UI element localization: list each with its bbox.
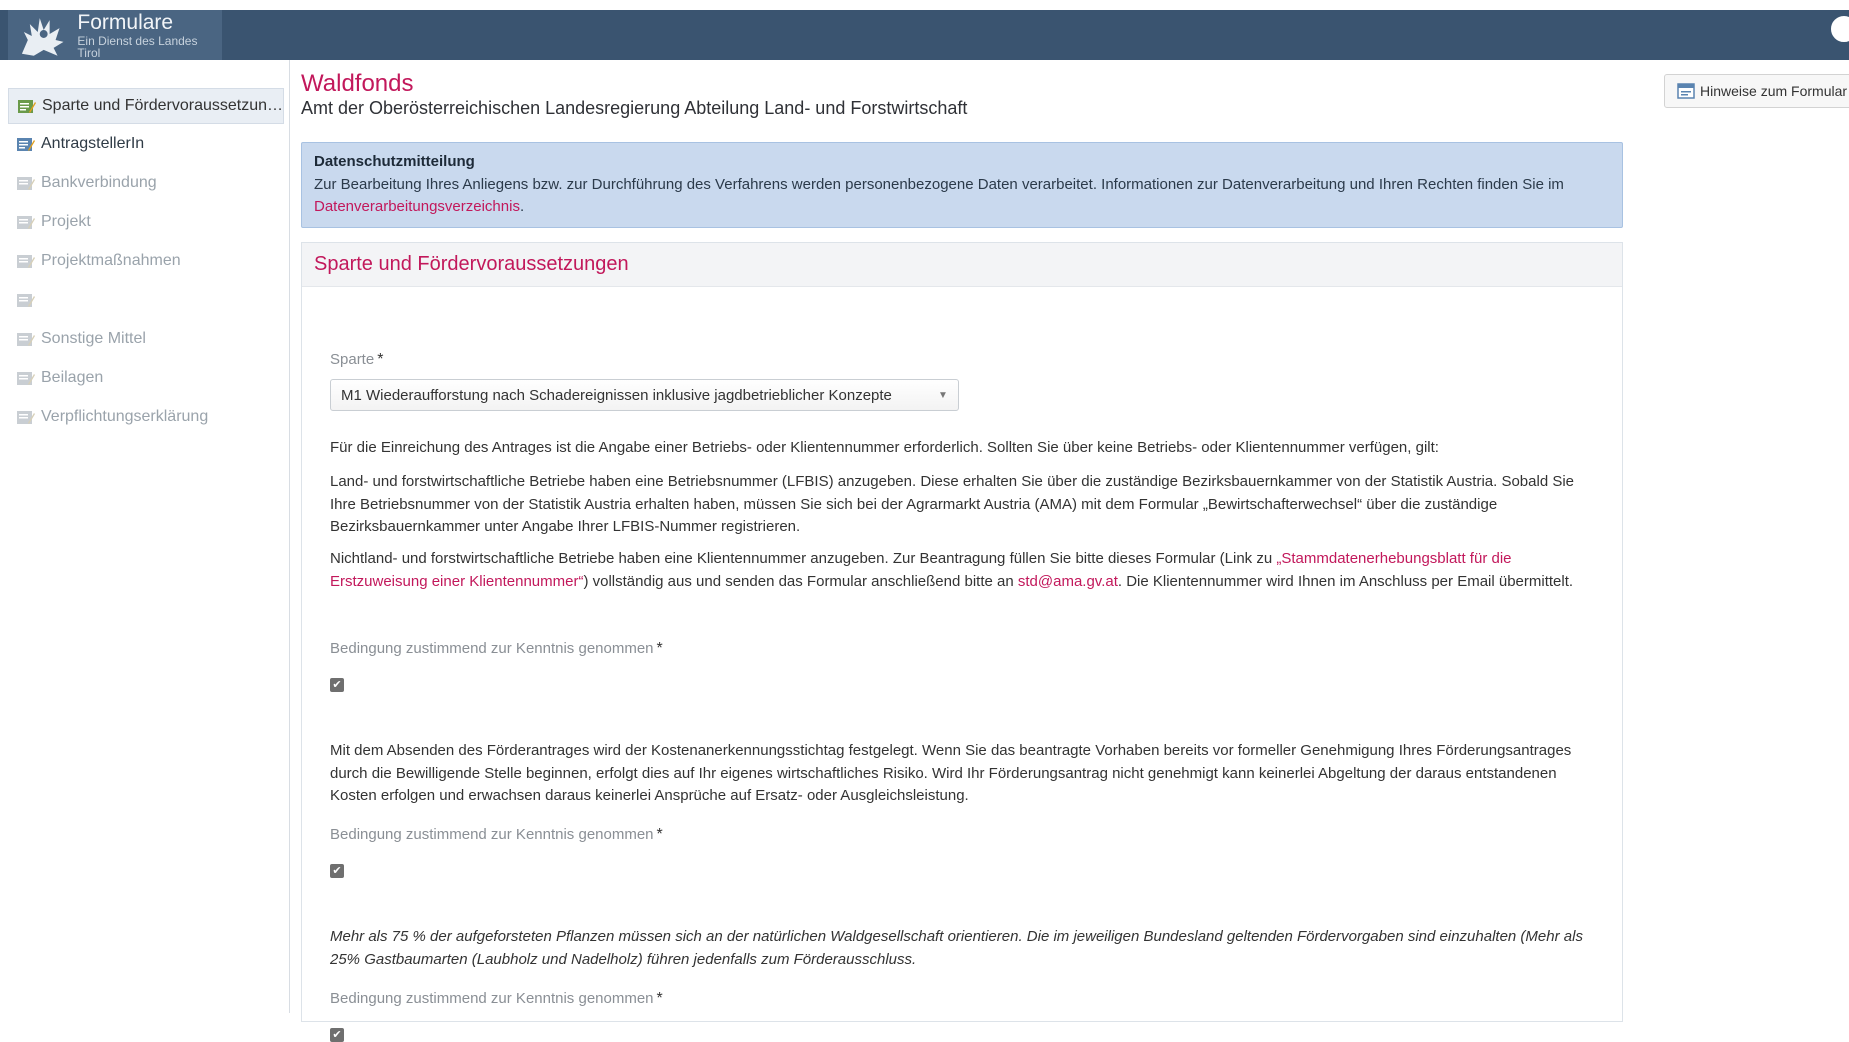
data-processing-link[interactable]: Datenverarbeitungsverzeichnis [314, 198, 520, 215]
sidebar-item-unnamed[interactable] [8, 282, 284, 318]
privacy-text: Zur Bearbeitung Ihres Anliegens bzw. zur… [314, 176, 1564, 193]
form-edit-icon [17, 137, 35, 151]
form-edit-icon [18, 99, 36, 113]
form-icon [17, 293, 35, 307]
agricultural-paragraph: Land- und forstwirtschaftliche Betriebe … [330, 473, 1575, 535]
privacy-notice: Datenschutzmitteilung Zur Bearbeitung Ih… [301, 142, 1623, 228]
section-header: Sparte und Fördervoraussetzungen [302, 243, 1622, 287]
condition-checkbox-3[interactable]: ✔ [330, 1028, 344, 1042]
privacy-notice-text: Zur Bearbeitung Ihres Anliegens bzw. zur… [314, 174, 1610, 218]
sidebar-item-bankverbindung[interactable]: Bankverbindung [8, 165, 284, 201]
chevron-down-icon: ▼ [938, 389, 948, 401]
logo-subtitle: Ein Dienst des Landes Tirol [77, 33, 198, 60]
sparte-select[interactable]: M1 Wiederaufforstung nach Schadereigniss… [330, 379, 959, 411]
cost-date-paragraph: Mit dem Absenden des Förderantrages wird… [330, 742, 1572, 804]
tirol-eagle-icon [21, 18, 64, 56]
page-subtitle: Amt der Oberösterreichischen Landesregie… [301, 98, 968, 118]
para3-text-a: Nichtland- und forstwirtschaftliche Betr… [330, 550, 1277, 567]
form-icon [17, 176, 35, 190]
sidebar-item-projekt[interactable]: Projekt [8, 204, 284, 240]
sidebar-item-label: Projekt [41, 213, 91, 230]
sidebar-item-verpflichtungserklaerung[interactable]: Verpflichtungserklärung [8, 399, 284, 435]
section-title: Sparte und Fördervoraussetzungen [314, 253, 629, 275]
sparte-label: Sparte * [330, 351, 383, 369]
page-title: Waldfonds [301, 70, 414, 97]
para3-text-c: . Die Klientennummer wird Ihnen im Ansch… [1117, 572, 1574, 590]
privacy-notice-title: Datenschutzmitteilung [314, 153, 475, 170]
non-agricultural-paragraph: Nichtland- und forstwirtschaftliche Betr… [330, 548, 1600, 593]
sidebar-item-antragstellerin[interactable]: AntragstellerIn [8, 126, 284, 162]
condition-label-1: Bedingung zustimmend zur Kenntnis genomm… [330, 640, 663, 658]
sidebar-item-label: Beilagen [41, 369, 104, 386]
form-icon [17, 332, 35, 346]
condition-checkbox-2[interactable]: ✔ [330, 864, 344, 878]
form-hints-button[interactable]: Hinweise zum Formular [1664, 74, 1849, 108]
requirement-paragraph: Für die Einreichung des Antrages ist die… [330, 439, 1439, 456]
para3-text-b: ) vollständig aus und senden das Formula… [583, 572, 1018, 590]
condition-label-2: Bedingung zustimmend zur Kenntnis genomm… [330, 826, 663, 844]
form-icon [17, 410, 35, 424]
document-info-icon [1677, 83, 1695, 99]
sidebar-item-projektmassnahmen[interactable]: Projektmaßnahmen [8, 243, 284, 279]
required-mark: * [656, 990, 663, 1007]
form-hints-label: Hinweise zum Formular [1700, 83, 1848, 99]
condition-label-text: Bedingung zustimmend zur Kenntnis genomm… [330, 826, 654, 843]
condition-checkbox-1[interactable]: ✔ [330, 678, 344, 692]
sparte-label-text: Sparte [330, 351, 375, 368]
sidebar-item-label: Projektmaßnahmen [41, 252, 181, 269]
email-link[interactable]: std@ama.gv.at [1018, 573, 1118, 590]
required-mark: * [656, 826, 663, 843]
sidebar-item-label: AntragstellerIn [41, 135, 145, 152]
form-icon [17, 254, 35, 268]
sidebar-item-label: Verpflichtungserklärung [41, 408, 209, 425]
sidebar-item-sonstige-mittel[interactable]: Sonstige Mittel [8, 321, 284, 357]
condition-label-text: Bedingung zustimmend zur Kenntnis genomm… [330, 990, 654, 1007]
required-mark: * [377, 351, 384, 368]
sidebar-item-label: Sparte und Fördervoraussetzun… [42, 97, 283, 114]
privacy-text-end: . [519, 198, 525, 215]
logo[interactable]: Formulare Ein Dienst des Landes Tirol [8, 10, 222, 60]
form-icon [17, 215, 35, 229]
logo-title: Formulare [77, 10, 174, 34]
sidebar-item-sparte[interactable]: Sparte und Fördervoraussetzun… [8, 88, 284, 124]
sidebar-item-beilagen[interactable]: Beilagen [8, 360, 284, 396]
sparte-select-value: M1 Wiederaufforstung nach Schadereigniss… [341, 386, 892, 404]
sidebar-item-label: Sonstige Mittel [41, 330, 146, 347]
form-icon [17, 371, 35, 385]
user-menu-button[interactable] [1829, 14, 1849, 44]
condition-label-3: Bedingung zustimmend zur Kenntnis genomm… [330, 990, 663, 1008]
condition-label-text: Bedingung zustimmend zur Kenntnis genomm… [330, 640, 654, 657]
sidebar: Sparte und Fördervoraussetzun… Antragste… [0, 60, 290, 1013]
top-bar: Formulare Ein Dienst des Landes Tirol [0, 10, 1849, 60]
required-mark: * [656, 640, 663, 657]
sidebar-item-label: Bankverbindung [41, 174, 157, 191]
plant-requirement-paragraph: Mehr als 75 % der aufgeforsteten Pflanze… [330, 928, 1583, 968]
form-section: Sparte und Fördervoraussetzungen Sparte *… [301, 242, 1623, 1042]
